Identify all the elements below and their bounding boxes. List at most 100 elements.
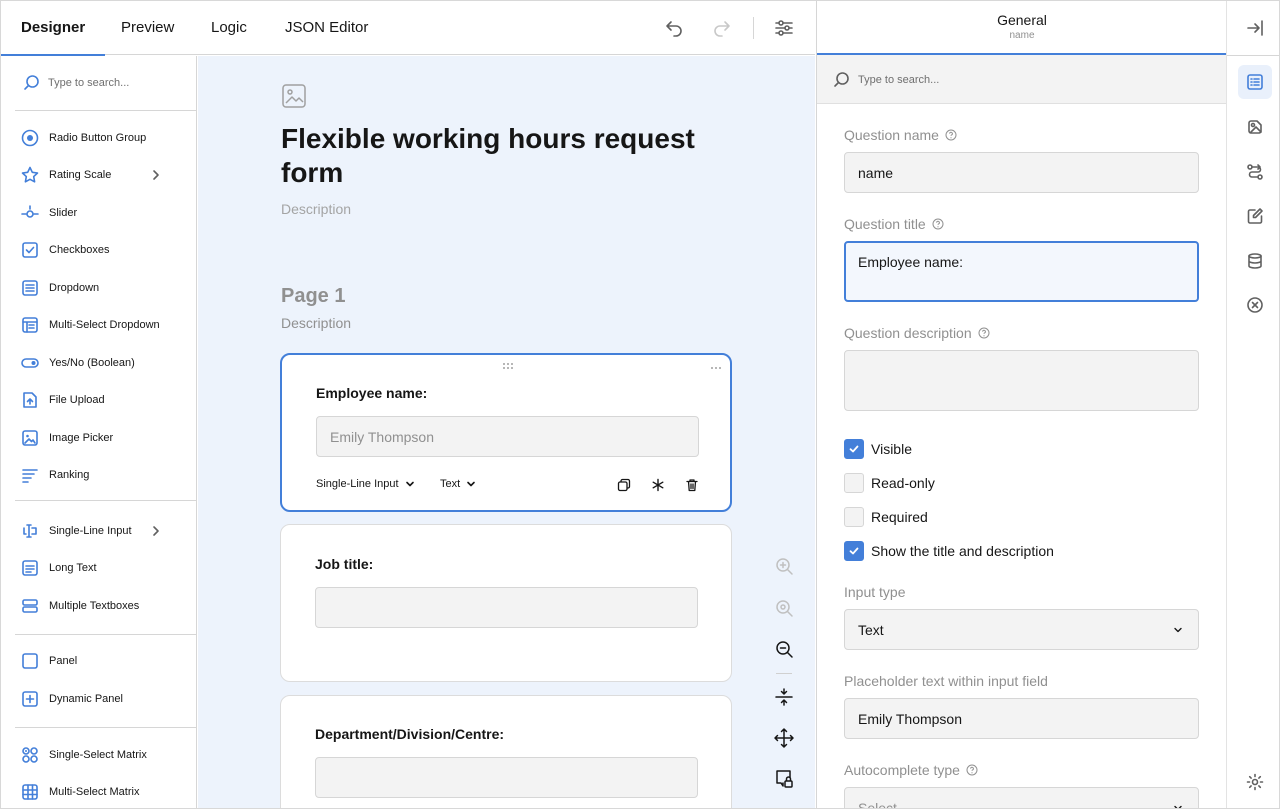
toolbox-search[interactable]: Type to search... [23, 74, 129, 91]
property-search[interactable]: Type to search... [817, 55, 1226, 104]
autocomplete-label-text: Autocomplete type [844, 762, 960, 778]
question-title-field[interactable]: Employee name: [844, 241, 1199, 302]
toolbox-item-yes-no-boolean[interactable]: Yes/No (Boolean) [21, 351, 181, 375]
checkbox-label: Required [871, 509, 928, 525]
toolbox-item-label: Dynamic Panel [49, 693, 123, 705]
toolbox-item-radio-button-group[interactable]: Radio Button Group [21, 126, 181, 150]
show-title-description-checkbox[interactable]: Show the title and description [844, 540, 1054, 562]
required-checkbox[interactable]: Required [844, 506, 928, 528]
help-icon[interactable] [966, 764, 978, 776]
panel-icon [22, 653, 38, 669]
toolbox-item-label: Multiple Textboxes [49, 600, 140, 612]
chevron-right-icon[interactable] [149, 168, 163, 182]
question-card-department[interactable]: Department/Division/Centre: [280, 695, 732, 808]
toolbox-item-dynamic-panel[interactable]: Dynamic Panel [21, 687, 181, 711]
tab-logic[interactable]: Logic [211, 1, 247, 55]
question-type-label: Single-Line Input [316, 478, 399, 490]
toolbox-item-label: Radio Button Group [49, 132, 147, 144]
question-card-job-title[interactable]: Job title: [280, 524, 732, 682]
zoom-to-100-button[interactable] [772, 596, 796, 620]
question-description-field[interactable] [844, 350, 1199, 411]
question-name-field[interactable]: name [844, 152, 1199, 193]
search-icon [834, 72, 849, 87]
zoom-in-icon [776, 558, 793, 575]
expand-all-button[interactable] [772, 726, 796, 750]
question-input: Emily Thompson [316, 416, 699, 457]
edit-icon [1247, 208, 1263, 224]
placeholder-field[interactable]: Emily Thompson [844, 698, 1199, 739]
chevron-down-icon [467, 481, 475, 487]
input-type-dropdown[interactable]: Text [844, 609, 1199, 650]
toolbox-item-long-text[interactable]: Long Text [21, 556, 181, 580]
data-tab-button[interactable] [1238, 244, 1272, 278]
theme-tab-button[interactable] [1238, 110, 1272, 144]
question-type-selector[interactable]: Single-Line Input [316, 478, 415, 490]
autocomplete-value: Select... [858, 800, 909, 809]
clear-tab-button[interactable] [1238, 288, 1272, 322]
help-icon[interactable] [932, 218, 944, 230]
settings-button[interactable] [1238, 765, 1272, 799]
input-type-label: Input type [844, 584, 906, 600]
input-type-selector[interactable]: Text [440, 478, 476, 490]
toolbox-item-single-line-input[interactable]: Single-Line Input [21, 519, 181, 543]
redo-button[interactable] [710, 16, 734, 40]
question-title[interactable]: Employee name: [316, 385, 427, 401]
drag-handle-icon[interactable] [502, 362, 514, 370]
toolbox-item-multi-select-matrix[interactable]: Multi-Select Matrix [21, 780, 181, 804]
multiple-text-icon [22, 599, 38, 613]
dynamic-panel-icon [22, 691, 38, 707]
page-description[interactable]: Description [281, 315, 351, 331]
image-icon [282, 84, 306, 108]
checkbox-box [844, 541, 864, 561]
logic-tab-button[interactable] [1238, 155, 1272, 189]
toolbox-item-image-picker[interactable]: Image Picker [21, 426, 181, 450]
general-tab-button[interactable] [1238, 65, 1272, 99]
toolbox-item-label: Long Text [49, 562, 97, 574]
tab-preview[interactable]: Preview [121, 1, 174, 55]
visible-checkbox[interactable]: Visible [844, 438, 912, 460]
read-only-checkbox[interactable]: Read-only [844, 472, 935, 494]
question-title[interactable]: Department/Division/Centre: [315, 726, 504, 742]
toolbox-item-file-upload[interactable]: File Upload [21, 388, 181, 412]
collapse-all-button[interactable] [772, 685, 796, 709]
collapse-icon [775, 688, 793, 706]
toolbox-item-single-select-matrix[interactable]: Single-Select Matrix [21, 743, 181, 767]
question-title[interactable]: Job title: [315, 556, 373, 572]
help-icon[interactable] [978, 327, 990, 339]
toolbox-item-checkboxes[interactable]: Checkboxes [21, 238, 181, 262]
toolbox-item-multiple-textboxes[interactable]: Multiple Textboxes [21, 594, 181, 618]
close-circle-icon [1247, 297, 1263, 313]
trash-icon[interactable] [685, 478, 699, 492]
more-icon[interactable] [710, 366, 722, 370]
undo-button[interactable] [662, 16, 686, 40]
toolbox-item-ranking[interactable]: Ranking [21, 463, 181, 487]
collapse-panel-button[interactable] [1238, 11, 1272, 45]
validation-tab-button[interactable] [1238, 199, 1272, 233]
survey-description[interactable]: Description [281, 201, 351, 217]
text-input-icon [23, 524, 37, 538]
lock-question-button[interactable] [772, 767, 796, 791]
survey-logo-placeholder[interactable] [281, 83, 307, 109]
autocomplete-dropdown[interactable]: Select... [844, 787, 1199, 809]
zoom-in-button[interactable] [772, 554, 796, 578]
duplicate-icon[interactable] [617, 478, 631, 492]
zoom-out-button[interactable] [772, 637, 796, 661]
help-icon[interactable] [945, 129, 957, 141]
rail-divider [1227, 55, 1279, 56]
undo-icon [666, 21, 682, 37]
tab-json-editor[interactable]: JSON Editor [285, 1, 368, 55]
toolbox-item-dropdown[interactable]: Dropdown [21, 276, 181, 300]
tab-designer[interactable]: Designer [1, 1, 106, 56]
settings-button[interactable] [772, 16, 796, 40]
toolbox-item-label: Checkboxes [49, 244, 110, 256]
survey-title[interactable]: Flexible working hours request form [281, 122, 721, 190]
chevron-right-icon[interactable] [149, 524, 163, 538]
question-card-employee-name[interactable]: Employee name: Emily Thompson Single-Lin… [280, 353, 732, 512]
toolbox-item-panel[interactable]: Panel [21, 649, 181, 673]
page-title[interactable]: Page 1 [281, 285, 345, 308]
required-asterisk-icon[interactable] [651, 478, 665, 492]
toolbox-item-slider[interactable]: Slider [21, 201, 181, 225]
sliders-icon [775, 20, 793, 36]
toolbox-item-multi-select-dropdown[interactable]: Multi-Select Dropdown [21, 313, 181, 337]
toolbox-item-rating-scale[interactable]: Rating Scale [21, 163, 181, 187]
